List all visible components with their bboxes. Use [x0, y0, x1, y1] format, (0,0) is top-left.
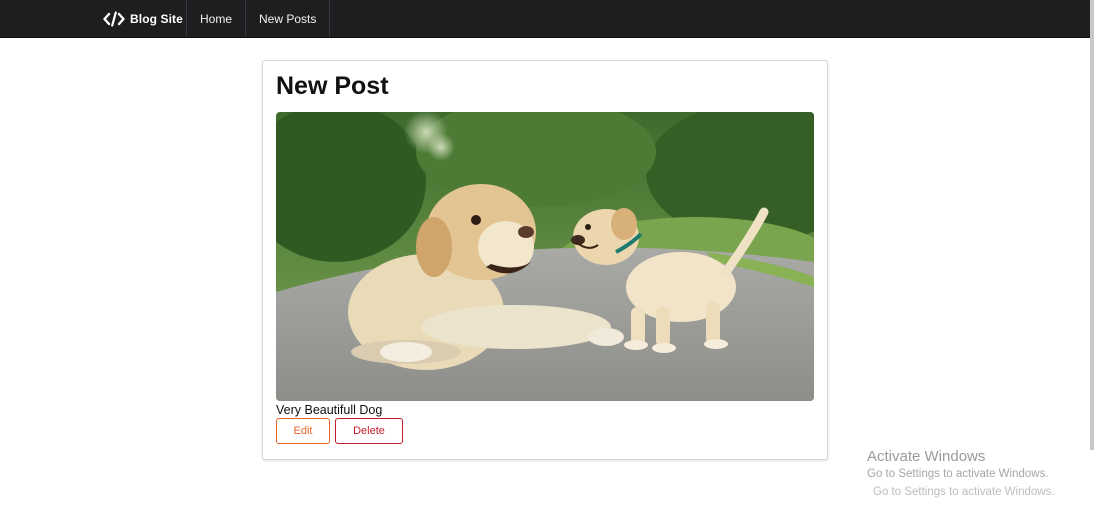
brand-link[interactable]: Blog Site	[103, 0, 183, 37]
delete-button[interactable]: Delete	[335, 418, 403, 444]
nav-links: Home New Posts	[186, 0, 331, 37]
activation-watermark-title: Activate Windows	[867, 448, 986, 465]
vertical-scrollbar[interactable]	[1090, 0, 1094, 450]
post-card: New Post Very Beautifull Dog Edit Delete	[262, 60, 828, 460]
nav-link-home[interactable]: Home	[186, 0, 245, 37]
nav-link-new-posts[interactable]: New Posts	[245, 0, 331, 37]
code-icon	[103, 10, 125, 27]
post-title: New Post	[276, 72, 389, 100]
post-image	[276, 112, 814, 401]
edit-button[interactable]: Edit	[276, 418, 330, 444]
post-caption: Very Beautifull Dog	[276, 403, 383, 417]
activation-watermark-ghost: Go to Settings to activate Windows.	[873, 486, 1055, 498]
top-navbar: Blog Site Home New Posts	[0, 0, 1090, 38]
activation-watermark-subtitle: Go to Settings to activate Windows.	[867, 468, 1049, 480]
brand-name: Blog Site	[130, 11, 183, 26]
